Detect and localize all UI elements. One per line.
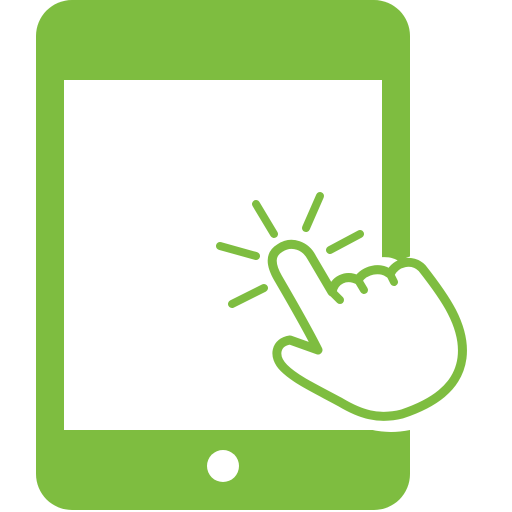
home-button (207, 450, 239, 482)
tablet-touch-icon (0, 0, 512, 512)
finger-crease-2 (354, 276, 368, 294)
tablet-touch-illustration (36, 0, 483, 510)
finger-crease-1 (328, 288, 344, 304)
finger-crease-3 (386, 270, 398, 286)
